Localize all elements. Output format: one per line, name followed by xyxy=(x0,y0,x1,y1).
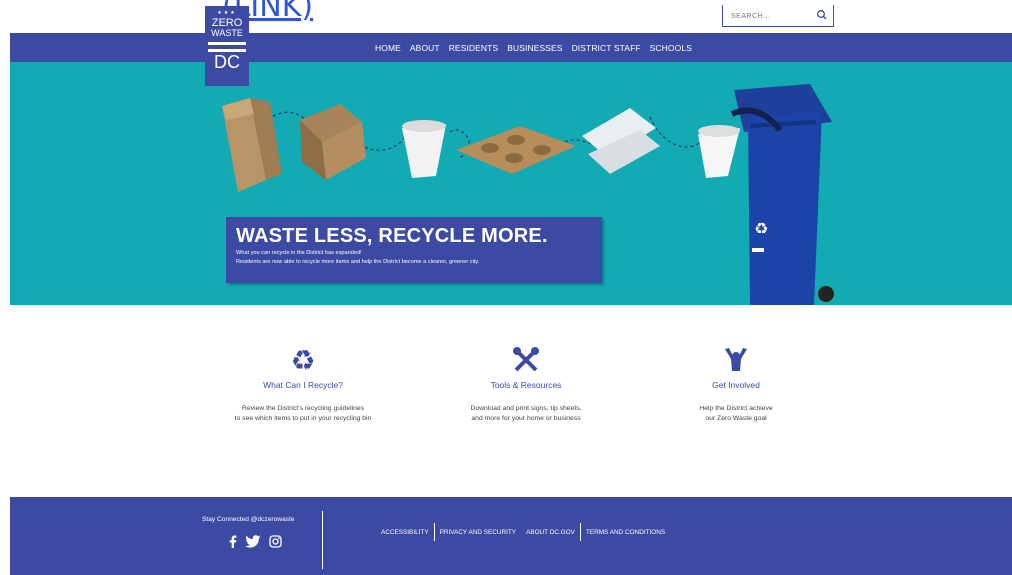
card-desc-line: Download and print signs, tip sheets, xyxy=(470,405,582,412)
social-links xyxy=(228,535,282,548)
foam-cup-icon xyxy=(698,125,740,178)
card-description: Review the District's recycling guidelin… xyxy=(203,404,403,424)
paper-cup-icon xyxy=(402,120,446,178)
card-description: Help the District achieve our Zero Waste… xyxy=(636,404,836,424)
twitter-icon[interactable] xyxy=(245,535,261,548)
nav-district-staff[interactable]: DISTRICT STAFF xyxy=(572,43,641,53)
stay-connected-text: Stay Connected @dczerowaste xyxy=(202,516,295,523)
card-desc-line: our Zero Waste goal xyxy=(705,415,767,422)
bin-recycle-symbol: ♻ xyxy=(754,219,768,238)
footer-link-about-dc[interactable]: ABOUT DC.GOV xyxy=(521,529,580,536)
card-title[interactable]: Tools & Resources xyxy=(426,380,626,390)
person-icon xyxy=(725,348,747,371)
nav-businesses[interactable]: BUSINESSES xyxy=(507,43,562,53)
footer: Stay Connected @dczerowaste ACCESSIBILIT… xyxy=(10,497,1012,575)
logo-stars: ★★★ xyxy=(217,10,237,16)
logo-line-waste: WASTE xyxy=(211,28,243,38)
svg-text:♻: ♻ xyxy=(290,345,315,375)
hero-line-1: What you can recycle in the District has… xyxy=(236,250,362,256)
recycling-bin-icon xyxy=(730,84,834,305)
footer-divider xyxy=(322,511,323,569)
hero-banner: ♻ WASTE LESS, RECYCLE MORE. What you can… xyxy=(10,62,1012,305)
card-title[interactable]: Get Involved xyxy=(636,380,836,390)
logo-line-dc: DC xyxy=(214,52,240,72)
instagram-icon[interactable] xyxy=(269,535,282,548)
logo-bar xyxy=(208,42,246,45)
hero-line-2: Residents are now able to recycle more i… xyxy=(236,259,480,265)
facebook-icon[interactable] xyxy=(228,535,237,548)
nav-home[interactable]: HOME xyxy=(375,43,401,53)
search-box xyxy=(722,5,834,27)
zero-waste-dc-logo[interactable]: ★★★ ZERO WASTE DC xyxy=(205,6,249,86)
main-navbar: HOME ABOUT RESIDENTS BUSINESSES DISTRICT… xyxy=(10,33,1012,62)
footer-link-terms[interactable]: TERMS AND CONDITIONS xyxy=(581,529,670,536)
card-desc-line: and more for your home or business xyxy=(471,415,581,422)
footer-links: ACCESSIBILITY PRIVACY AND SECURITY ABOUT… xyxy=(376,523,670,541)
cup-carrier-icon xyxy=(456,126,576,174)
tools-icon xyxy=(513,347,539,372)
footer-link-privacy[interactable]: PRIVACY AND SECURITY xyxy=(435,529,521,536)
card-tools-resources[interactable]: Tools & Resources Download and print sig… xyxy=(426,345,626,424)
main-nav: HOME ABOUT RESIDENTS BUSINESSES DISTRICT… xyxy=(375,33,692,62)
hero-headline: WASTE LESS, RECYCLE MORE. xyxy=(236,225,548,247)
card-get-involved[interactable]: Get Involved Help the District achieve o… xyxy=(636,345,836,424)
card-what-can-i-recycle[interactable]: ♻ What Can I Recycle? Review the Distric… xyxy=(203,345,403,424)
card-title[interactable]: What Can I Recycle? xyxy=(203,380,403,390)
card-description: Download and print signs, tip sheets, an… xyxy=(426,404,626,424)
card-desc-line: Review the District's recycling guidelin… xyxy=(241,405,365,412)
clamshell-container-icon xyxy=(582,108,660,174)
card-desc-line: to see which items to put in your recycl… xyxy=(234,415,372,422)
search-input[interactable] xyxy=(731,9,811,23)
nav-residents[interactable]: RESIDENTS xyxy=(449,43,499,53)
card-desc-line: Help the District achieve xyxy=(699,405,773,412)
hero-caption: WASTE LESS, RECYCLE MORE. What you can r… xyxy=(226,217,602,283)
footer-link-accessibility[interactable]: ACCESSIBILITY xyxy=(376,529,434,536)
nav-schools[interactable]: SCHOOLS xyxy=(650,43,692,53)
paper-bag-icon xyxy=(222,98,282,192)
nav-about[interactable]: ABOUT xyxy=(410,43,440,53)
recycle-icon: ♻ xyxy=(290,345,315,375)
takeout-box-icon xyxy=(300,104,366,180)
search-icon[interactable] xyxy=(815,8,829,22)
